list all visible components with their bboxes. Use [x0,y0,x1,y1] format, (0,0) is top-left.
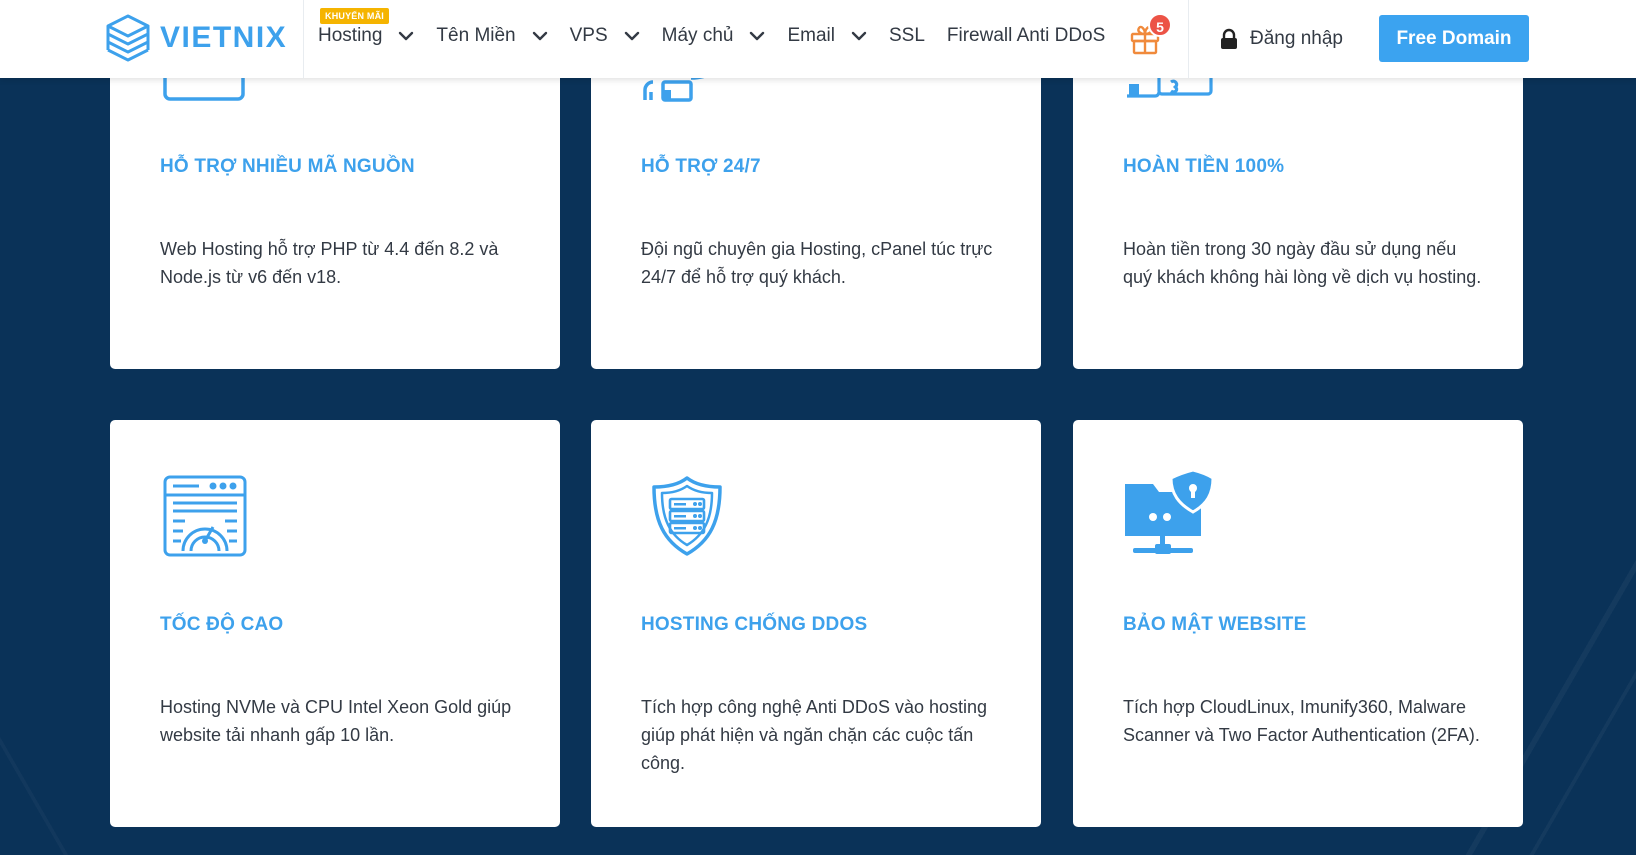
brand-logo[interactable]: VIETNIX [102,12,287,64]
login-link[interactable]: Đăng nhập [1220,22,1343,56]
feature-card-support: HỖ TRỢ 24/7 Đội ngũ chuyên gia Hosting, … [591,40,1041,369]
nav-item-may-chu[interactable]: Máy chủ [662,0,766,78]
feature-title: HOSTING CHỐNG DDOS [641,614,868,635]
nav-item-label: Máy chủ [661,25,734,46]
chevron-down-icon [750,31,765,41]
feature-text: Tích hợp CloudLinux, Imunify360, Malware… [1123,697,1480,745]
feature-text: Web Hosting hỗ trợ PHP từ 4.4 đến 8.2 và… [160,239,499,287]
brand-name: VIETNIX [160,21,288,54]
nav-item-label: Hosting [318,25,383,46]
nav-item-hosting[interactable]: KHUYẾN MÃI Hosting [318,0,414,78]
shield-server-icon [652,476,722,556]
speed-gauge-icon [163,475,247,557]
nav-item-label: Tên Miền [436,25,516,46]
nav-item-ten-mien[interactable]: Tên Miền [436,0,547,78]
chevron-down-icon [532,31,547,41]
feature-text: Đội ngũ chuyên gia Hosting, cPanel túc t… [641,239,993,287]
nav-item-firewall[interactable]: Firewall Anti DDoS [947,0,1105,78]
feature-title: HỖ TRỢ NHIỀU MÃ NGUỒN [160,156,415,177]
header-divider [1188,0,1189,78]
nav-item-email[interactable]: Email [787,0,867,78]
main-nav: KHUYẾN MÃI Hosting Tên Miền VPS Máy chủ … [318,0,1127,78]
feature-card-speed: TỐC ĐỘ CAO Hosting NVMe và CPU Intel Xeo… [110,420,560,827]
chevron-down-icon [624,31,639,41]
nav-item-label: Firewall Anti DDoS [946,25,1106,46]
chevron-down-icon [399,31,414,41]
promo-badge: KHUYẾN MÃI [320,8,390,24]
nav-item-vps[interactable]: VPS [570,0,640,78]
feature-card-refund: HOÀN TIỀN 100% Hoàn tiền trong 30 ngày đ… [1073,40,1523,369]
secure-folder-icon [1125,470,1215,554]
nav-item-label: VPS [569,25,608,46]
nav-item-label: SSL [888,25,925,46]
logo-cube-icon [106,14,150,62]
feature-text: Hosting NVMe và CPU Intel Xeon Gold giúp… [160,697,512,745]
feature-text: Hoàn tiền trong 30 ngày đầu sử dụng nếu … [1123,239,1482,287]
gift-count-badge: 5 [1148,13,1172,37]
feature-card-security: BẢO MẬT WEBSITE Tích hợp CloudLinux, Imu… [1073,420,1523,827]
login-label: Đăng nhập [1250,28,1343,49]
feature-card-ddos: HOSTING CHỐNG DDOS Tích hợp công nghệ An… [591,420,1041,827]
feature-card-source-code: HỖ TRỢ NHIỀU MÃ NGUỒN Web Hosting hỗ trợ… [110,40,560,369]
feature-title: BẢO MẬT WEBSITE [1123,614,1307,635]
nav-item-label: Email [787,25,835,46]
feature-title: TỐC ĐỘ CAO [160,614,284,635]
feature-text: Tích hợp công nghệ Anti DDoS vào hosting… [641,697,988,773]
nav-item-ssl[interactable]: SSL [889,0,925,78]
chevron-down-icon [851,31,867,41]
free-domain-button[interactable]: Free Domain [1379,15,1529,62]
site-header: VIETNIX KHUYẾN MÃI Hosting Tên Miền VPS … [0,0,1636,78]
feature-title: HOÀN TIỀN 100% [1123,156,1285,177]
nav-divider [303,0,304,78]
feature-title: HỖ TRỢ 24/7 [641,156,761,177]
lock-icon [1221,28,1237,49]
